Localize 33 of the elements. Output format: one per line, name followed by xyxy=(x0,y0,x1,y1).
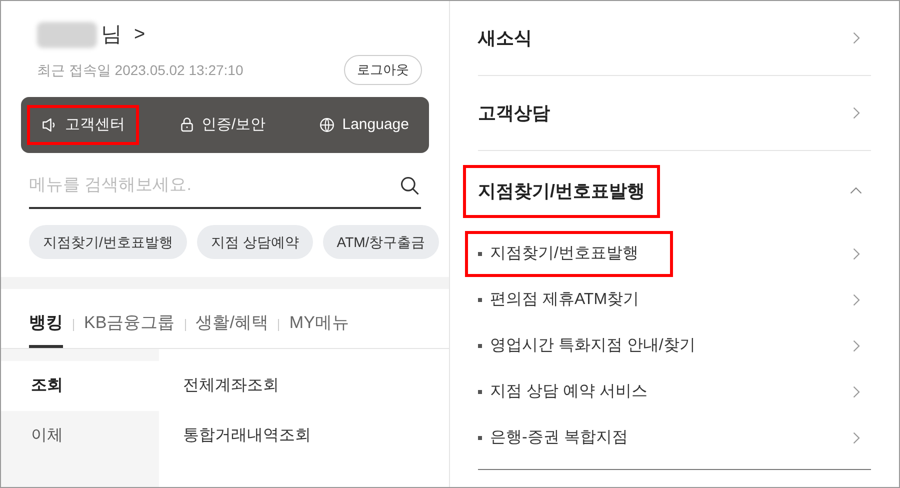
section-header[interactable]: 고객상담 xyxy=(478,100,550,126)
menu-item[interactable]: 통합거래내역조회 xyxy=(183,411,311,461)
bullet-icon xyxy=(478,252,482,256)
globe-icon xyxy=(318,116,336,134)
quick-menu-button[interactable]: Language xyxy=(306,107,421,143)
submenu-item[interactable]: 지점 상담 예약 서비스 xyxy=(478,380,648,404)
search-icon xyxy=(399,175,421,197)
menu-tab[interactable]: MY메뉴 xyxy=(289,310,349,348)
shortcut-chip[interactable]: 지점 상담예약 xyxy=(196,225,313,259)
menu-tab[interactable]: KB금융그룹 xyxy=(84,310,175,348)
bullet-icon xyxy=(478,298,482,302)
submenu-item[interactable]: 지점찾기/번호표발행 xyxy=(468,234,670,274)
submenu-item[interactable]: 은행-증권 복합지점 xyxy=(478,426,628,450)
last-login-text: 최근 접속일 2023.05.02 13:27:10 xyxy=(37,60,244,80)
category-item[interactable]: 이체 xyxy=(1,411,159,461)
bullet-icon xyxy=(478,390,482,394)
bullet-icon xyxy=(478,344,482,348)
section-header[interactable]: 새소식 xyxy=(478,24,532,52)
menu-item[interactable]: 전체계좌조회 xyxy=(183,361,311,411)
submenu-item[interactable]: 편의점 제휴ATM찾기 xyxy=(478,288,640,312)
user-name-suffix: 님 xyxy=(101,22,122,48)
redaction-block xyxy=(37,22,97,48)
bullet-icon xyxy=(478,436,482,440)
shortcut-chip[interactable]: 지점찾기/번호표발행 xyxy=(29,225,187,259)
shortcut-chip[interactable]: ATM/창구출금 xyxy=(322,225,440,259)
logout-button[interactable]: 로그아웃 xyxy=(344,55,422,85)
submenu-item[interactable]: 영업시간 특화지점 안내/찾기 xyxy=(478,334,696,358)
quick-menu-button[interactable]: 고객센터 xyxy=(29,107,137,143)
quick-menu-button[interactable]: 인증/보안 xyxy=(166,107,278,143)
category-item[interactable]: 조회 xyxy=(1,361,159,411)
chevron-text[interactable]: > xyxy=(134,20,146,50)
menu-tab[interactable]: 생활/혜택 xyxy=(196,310,268,348)
search-field[interactable]: 메뉴를 검색해보세요. xyxy=(29,163,421,209)
